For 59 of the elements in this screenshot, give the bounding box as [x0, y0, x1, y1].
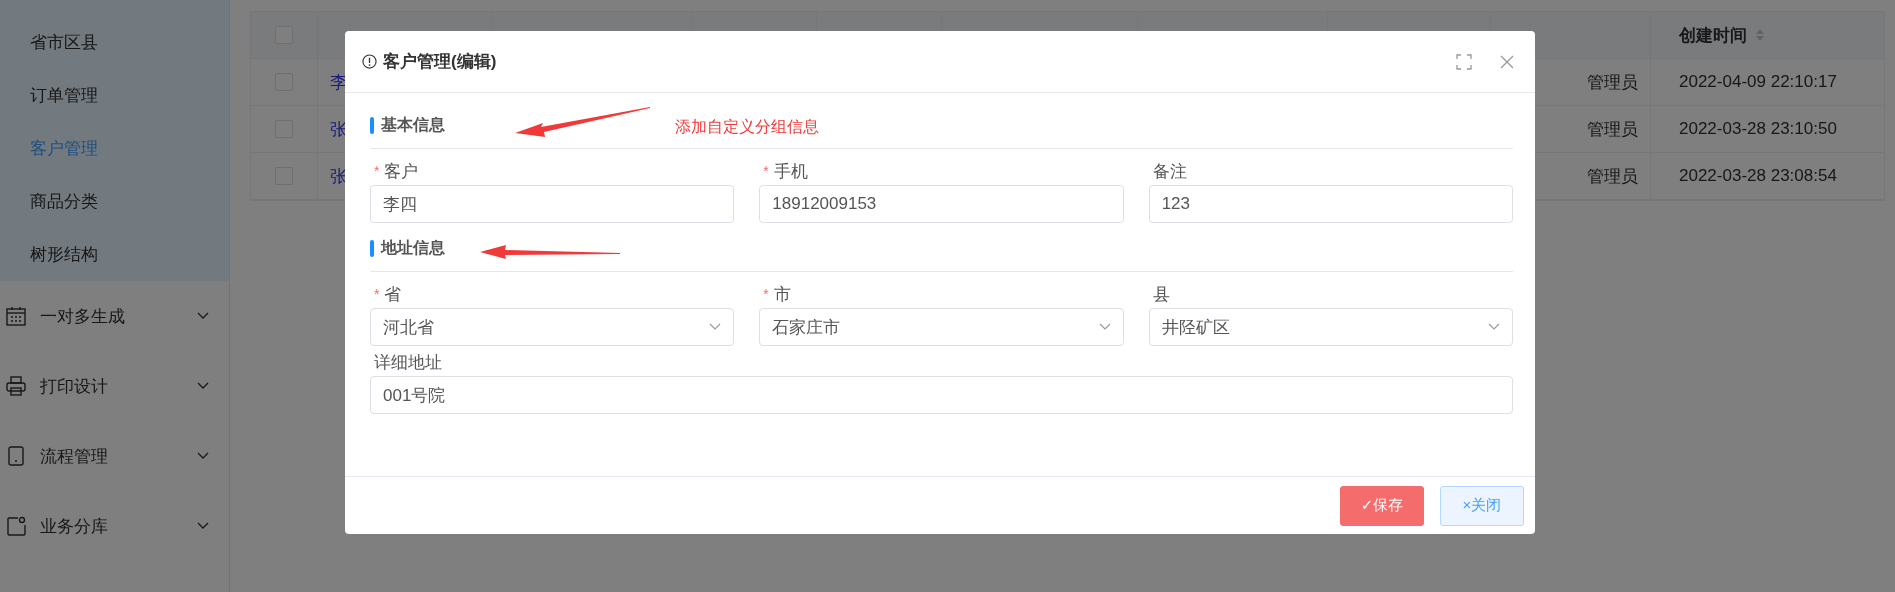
field-label: 详细地址 [374, 351, 442, 374]
tablet-icon [6, 446, 26, 466]
field-label: 县 [1152, 283, 1170, 306]
select-field[interactable]: 石家庄市 [759, 308, 1124, 346]
dialog-title: 客户管理(编辑) [383, 51, 497, 73]
column-header[interactable]: 创建时间 [1679, 23, 1747, 47]
menu-label: 一对多生成 [40, 305, 126, 328]
printer-icon [6, 376, 26, 396]
menu-label: 打印设计 [40, 375, 109, 398]
sort-icon[interactable] [1755, 28, 1765, 42]
section-title: 地址信息 [381, 237, 445, 258]
table-cell-text: 管理员 [1587, 165, 1638, 188]
chevron-icon [709, 323, 722, 331]
section-title: 基本信息 [381, 114, 445, 135]
table-cell-text: 管理员 [1587, 71, 1638, 94]
save-button[interactable]: ✓保存 [1340, 485, 1424, 526]
input-field[interactable]: 李四 [370, 185, 735, 223]
sidebar-menu[interactable]: 打印设计 [0, 351, 229, 421]
close-icon[interactable] [1499, 53, 1515, 70]
info-icon [362, 54, 377, 69]
sidebar-item[interactable]: 订单管理 [0, 69, 229, 122]
annotation-text: 添加自定义分组信息 [675, 117, 819, 137]
field-label: 市 [773, 283, 791, 306]
customer-link[interactable]: 张 [330, 164, 347, 188]
required-asterisk: * [763, 163, 769, 179]
sidebar-menu[interactable]: 流程管理 [0, 421, 229, 491]
sidebar-item[interactable]: 商品分类 [0, 175, 229, 228]
required-asterisk: * [374, 286, 380, 302]
calendar-icon [6, 306, 26, 326]
menu-label: 业务分库 [40, 515, 109, 538]
customer-link[interactable]: 张 [330, 117, 347, 141]
menu-label: 流程管理 [40, 445, 109, 468]
sidebar-item[interactable]: 省市区县 [0, 16, 229, 69]
select-field[interactable]: 井陉矿区 [1148, 308, 1513, 346]
badge-icon [6, 516, 26, 536]
input-field[interactable]: 001号院 [370, 376, 1513, 414]
sidebar-menu[interactable]: 业务分库 [0, 491, 229, 561]
section-marker [370, 239, 374, 257]
field-label: 备注 [1152, 160, 1187, 183]
required-asterisk: * [763, 286, 769, 302]
table-cell: 2022-03-28 23:10:50 [1679, 119, 1837, 139]
chevron-icon [1488, 323, 1500, 331]
sidebar-menu[interactable]: 一对多生成 [0, 281, 229, 351]
select-field[interactable]: 河北省 [370, 308, 735, 346]
table-cell: 2022-03-28 23:08:54 [1679, 166, 1837, 186]
customer-link[interactable]: 李 [330, 70, 347, 94]
table-cell-text: 管理员 [1587, 118, 1638, 141]
input-field[interactable]: 123 [1148, 185, 1513, 223]
sidebar-item[interactable]: 树形结构 [0, 228, 229, 281]
required-asterisk: * [374, 163, 380, 179]
input-field[interactable]: 18912009153 [759, 185, 1124, 223]
table-cell: 2022-04-09 22:10:17 [1679, 72, 1837, 92]
fullscreen-icon[interactable] [1456, 53, 1472, 70]
field-label: 客户 [384, 160, 419, 183]
field-label: 手机 [773, 160, 808, 183]
chevron-icon [1098, 323, 1111, 331]
field-label: 省 [384, 283, 402, 306]
section-marker [370, 116, 374, 134]
close-button[interactable]: ×关闭 [1440, 485, 1524, 526]
